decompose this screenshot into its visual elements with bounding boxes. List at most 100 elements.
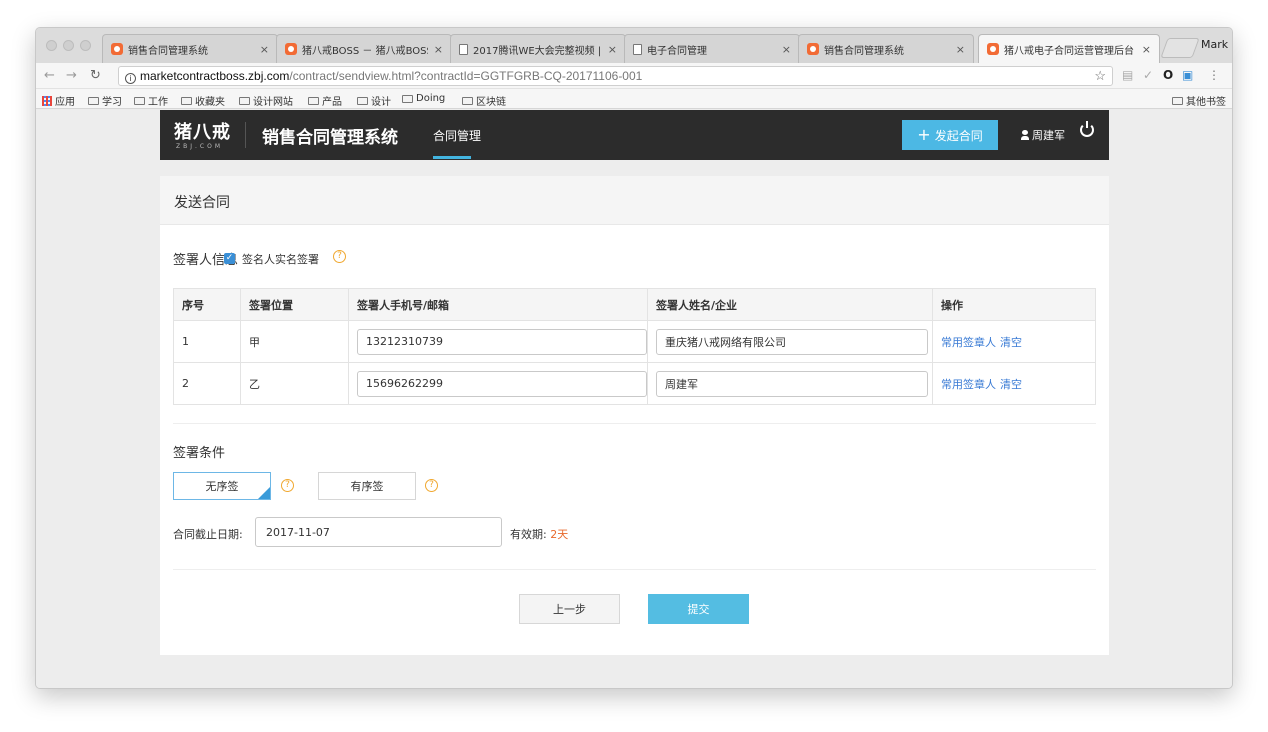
extension-icon[interactable]: ▣ [1182,68,1193,82]
actions-cell: 常用签章人 清空 [932,320,1096,363]
clear-link[interactable]: 清空 [1000,336,1022,349]
name-cell [647,362,933,405]
condition-section-title: 签署条件 [173,446,226,461]
tab-label: 猪八戒BOSS － 猪八戒BOSS [302,45,428,57]
row-index: 2 [173,362,241,405]
table-header-row: 序号 签署位置 签署人手机号/邮箱 签署人姓名/企业 操作 [173,288,1096,321]
name-cell [647,320,933,363]
ordered-sign-option[interactable]: 有序签 [318,472,416,500]
launch-contract-button[interactable]: + 发起合同 [902,120,998,150]
card-header: 发送合同 [160,176,1109,225]
url-host: marketcontractboss.zbj.com [140,69,290,83]
help-icon[interactable]: ? [333,250,346,263]
user-menu[interactable]: 周建军 [1021,127,1065,143]
maximize-window-icon[interactable] [80,40,91,51]
realname-checkbox[interactable]: ✓ [224,253,235,264]
back-arrow-icon[interactable]: ← [44,68,55,83]
row-position: 甲 [240,320,349,363]
common-signer-link[interactable]: 常用签章人 [941,336,996,349]
zbj-logo[interactable]: 猪八戒 [174,118,231,144]
help-icon[interactable]: ? [425,479,438,492]
page-viewport: 猪八戒 ZBJ.COM 销售合同管理系统 合同管理 + 发起合同 周建军 发送合同… [36,110,1232,688]
new-tab-button[interactable] [1160,38,1200,58]
tab-close-icon[interactable]: × [260,43,269,56]
folder-icon [181,96,192,105]
bookmark-folder[interactable]: 区块链 [462,93,506,108]
clear-link[interactable]: 清空 [1000,378,1022,391]
reload-icon[interactable]: ↻ [90,68,101,83]
column-header: 操作 [932,288,1096,321]
folder-icon [402,94,413,103]
contact-cell [348,320,648,363]
browser-tab[interactable]: 2017腾讯WE大会完整视频 | × [450,34,626,63]
column-header: 签署人手机号/邮箱 [348,288,648,321]
tab-strip: 销售合同管理系统 × 猪八戒BOSS － 猪八戒BOSS × 2017腾讯WE大… [36,28,1232,63]
zbj-favicon-icon [285,43,297,55]
user-icon [1021,130,1029,140]
zbj-favicon-icon [111,43,123,55]
section-divider [173,569,1096,570]
profile-name[interactable]: Mark [1201,38,1228,51]
tab-label: 销售合同管理系统 [128,45,208,57]
folder-icon [357,96,368,105]
browser-tab[interactable]: 销售合同管理系统 × [798,34,974,63]
zbj-favicon-icon [807,43,819,55]
unordered-sign-option[interactable]: 无序签 [173,472,271,500]
submit-button[interactable]: 提交 [648,594,749,624]
app-header: 猪八戒 ZBJ.COM 销售合同管理系统 合同管理 + 发起合同 周建军 [160,110,1109,160]
selected-corner-icon [258,487,270,499]
bookmark-folder[interactable]: 工作 [134,93,168,108]
browser-tab-active[interactable]: 猪八戒电子合同运营管理后台 × [978,34,1160,63]
bookmark-folder[interactable]: 收藏夹 [181,93,225,108]
menu-icon[interactable]: ⋮ [1208,68,1220,82]
tab-close-icon[interactable]: × [1142,43,1151,56]
folder-icon [462,96,473,105]
forward-arrow-icon[interactable]: → [66,68,77,83]
signer-name-input[interactable] [656,370,928,397]
opera-icon[interactable]: O [1163,68,1173,82]
column-header: 签署人姓名/企业 [647,288,933,321]
table-row: 1 甲 常用签章人清空 [173,320,1096,363]
help-icon[interactable]: ? [281,479,294,492]
other-bookmarks[interactable]: 其他书签 [1172,93,1226,108]
extension-icon[interactable]: ▤ [1122,68,1133,82]
browser-tab[interactable]: 销售合同管理系统 × [102,34,278,63]
validity-value: 2天 [550,528,569,541]
bookmark-folder[interactable]: Doing [402,93,445,104]
address-bar[interactable]: i marketcontractboss.zbj.com/contract/sen… [118,66,1113,86]
bookmark-folder[interactable]: 学习 [88,93,122,108]
tab-close-icon[interactable]: × [608,43,617,56]
tab-close-icon[interactable]: × [782,43,791,56]
previous-step-button[interactable]: 上一步 [519,594,620,624]
page-title: 发送合同 [174,195,230,211]
signer-name-input[interactable] [656,328,928,355]
info-icon[interactable]: i [125,73,136,84]
minimize-window-icon[interactable] [63,40,74,51]
extension-icon[interactable]: ✓ [1143,68,1153,82]
bookmark-folder[interactable]: 产品 [308,93,342,108]
tab-label: 2017腾讯WE大会完整视频 | [473,45,602,57]
bookmark-star-icon[interactable]: ☆ [1094,67,1106,85]
contact-input[interactable] [357,328,647,355]
zbj-favicon-icon [987,43,999,55]
close-window-icon[interactable] [46,40,57,51]
send-contract-card: 发送合同 签署人信息 ✓ 签名人实名签署 ? 序号 签署位置 签署人手机号/邮箱… [160,176,1109,655]
browser-tab[interactable]: 猪八戒BOSS － 猪八戒BOSS × [276,34,452,63]
logout-power-icon[interactable] [1080,121,1094,137]
url-path: /contract/sendview.html?contractId=GGTFG… [289,69,643,83]
browser-toolbar: ← → ↻ i marketcontractboss.zbj.com/contra… [36,63,1232,89]
tab-close-icon[interactable]: × [434,43,443,56]
header-divider [245,122,246,148]
deadline-date-input[interactable] [255,517,502,547]
bookmark-folder[interactable]: 设计网站 [239,93,293,108]
table-row: 2 乙 常用签章人清空 [173,362,1096,405]
common-signer-link[interactable]: 常用签章人 [941,378,996,391]
bookmark-folder[interactable]: 设计 [357,93,391,108]
tab-label: 猪八戒电子合同运营管理后台 [1004,45,1134,57]
tab-close-icon[interactable]: × [956,43,965,56]
bookmark-apps[interactable]: 应用 [42,93,75,108]
contact-input[interactable] [357,370,647,397]
nav-item-contract-management[interactable]: 合同管理 [433,127,481,144]
browser-tab[interactable]: 电子合同管理 × [624,34,800,63]
column-header: 序号 [173,288,241,321]
